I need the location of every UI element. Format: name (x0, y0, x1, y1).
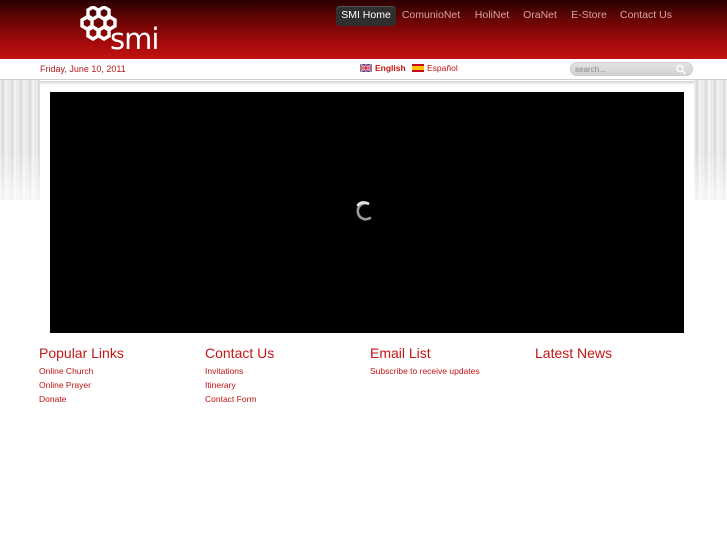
nav-comunionet[interactable]: ComunioNet (400, 6, 462, 26)
current-date: Friday, June 10, 2011 (40, 64, 126, 74)
latest-news-heading: Latest News (535, 345, 613, 361)
subscribe-link[interactable]: Subscribe to receive updates (370, 364, 530, 378)
loading-spinner-icon (356, 201, 372, 221)
contact-us-section: Contact Us Invitations Itinerary Contact… (205, 344, 365, 406)
search-input[interactable] (575, 63, 675, 75)
contact-us-heading: Contact Us (205, 345, 275, 361)
contact-form-link[interactable]: Contact Form (205, 392, 365, 406)
search-box (570, 62, 693, 76)
donate-link[interactable]: Donate (39, 392, 199, 406)
itinerary-link[interactable]: Itinerary (205, 378, 365, 392)
online-prayer-link[interactable]: Online Prayer (39, 378, 199, 392)
video-player[interactable] (50, 92, 684, 333)
spain-flag-icon (412, 64, 424, 72)
stage-shadow (40, 81, 694, 85)
page: smi SMI Home ComunioNet HoliNet OraNet E… (0, 0, 727, 545)
header-bar: smi SMI Home ComunioNet HoliNet OraNet E… (0, 0, 727, 59)
language-spanish-link[interactable]: Español (412, 63, 458, 75)
popular-links-heading: Popular Links (39, 345, 124, 361)
nav-e-store[interactable]: E-Store (568, 6, 610, 26)
popular-links-section: Popular Links Online Church Online Praye… (39, 344, 199, 406)
online-church-link[interactable]: Online Church (39, 364, 199, 378)
latest-news-section: Latest News (535, 344, 695, 364)
language-english-link[interactable]: English (360, 63, 406, 75)
search-icon[interactable] (675, 64, 687, 75)
invitations-link[interactable]: Invitations (205, 364, 365, 378)
nav-smi-home[interactable]: SMI Home (336, 6, 396, 26)
nav-contact-us[interactable]: Contact Us (618, 6, 674, 26)
uk-flag-icon (360, 64, 372, 72)
language-spanish-label: Español (427, 63, 458, 73)
nav-oranet[interactable]: OraNet (520, 6, 560, 26)
email-list-section: Email List Subscribe to receive updates (370, 344, 530, 378)
email-list-heading: Email List (370, 345, 431, 361)
language-english-label: English (375, 63, 406, 73)
logo-text: smi (110, 22, 159, 56)
curtain-right-decoration (694, 80, 727, 200)
curtain-left-decoration (0, 80, 40, 200)
nav-holinet[interactable]: HoliNet (470, 6, 514, 26)
sub-bar: Friday, June 10, 2011 English Español (0, 59, 727, 80)
